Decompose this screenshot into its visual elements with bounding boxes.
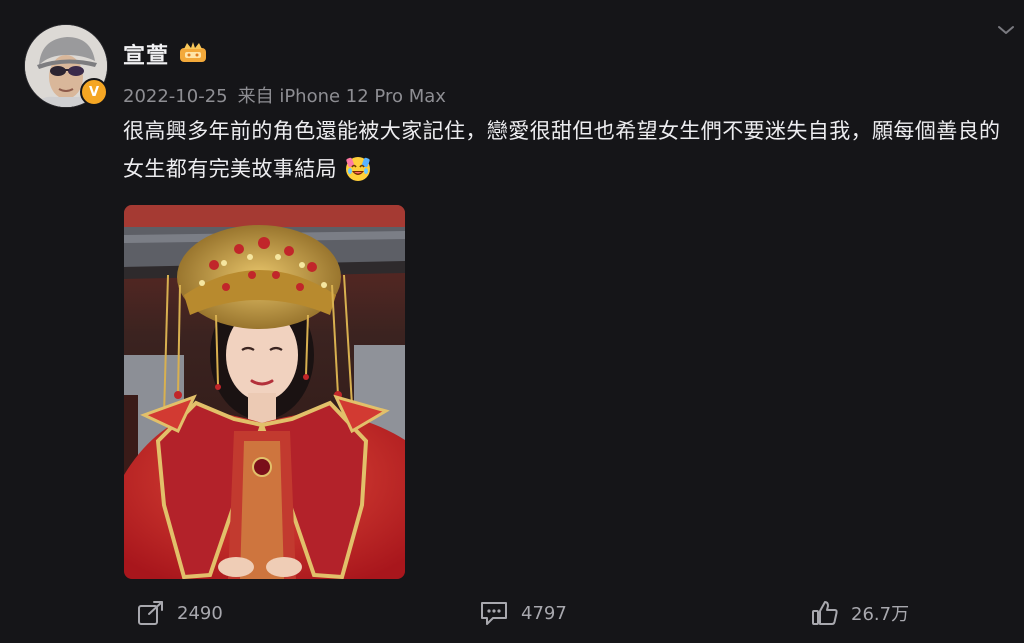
comment-count: 4797 — [521, 602, 567, 624]
author-avatar[interactable]: V — [24, 24, 108, 108]
comment-button[interactable]: 4797 — [479, 598, 567, 628]
post-date[interactable]: 2022-10-25 — [123, 86, 228, 107]
share-icon — [138, 601, 163, 625]
chevron-down-icon[interactable] — [996, 22, 1016, 38]
thumbs-up-icon — [812, 601, 838, 625]
crying-laughing-emoji-icon — [346, 157, 370, 181]
repost-count: 2490 — [177, 602, 223, 624]
repost-button[interactable]: 2490 — [137, 598, 223, 628]
crown-badge-icon[interactable] — [178, 40, 208, 64]
comment-icon — [481, 602, 507, 625]
like-button[interactable]: 26.7万 — [811, 598, 909, 628]
post-meta: 2022-10-25 来自 iPhone 12 Pro Max — [123, 82, 446, 108]
post-text: 很高興多年前的角色還能被大家記住，戀愛很甜但也希望女生們不要迷失自我，願每個善良… — [123, 112, 1013, 188]
like-count: 26.7万 — [851, 604, 910, 625]
author-name[interactable]: 宣萱 — [123, 38, 169, 70]
weibo-post-card: V 宣萱 2022-10-25 来自 iPhone 12 Pro Max 很高興多… — [0, 0, 1024, 643]
verified-v-icon: V — [80, 78, 108, 106]
woman-in-red-bridal-costume-photo[interactable] — [124, 205, 405, 579]
post-text-body: 很高興多年前的角色還能被大家記住，戀愛很甜但也希望女生們不要迷失自我，願每個善良… — [123, 119, 1001, 181]
post-source: 来自 iPhone 12 Pro Max — [237, 86, 446, 107]
